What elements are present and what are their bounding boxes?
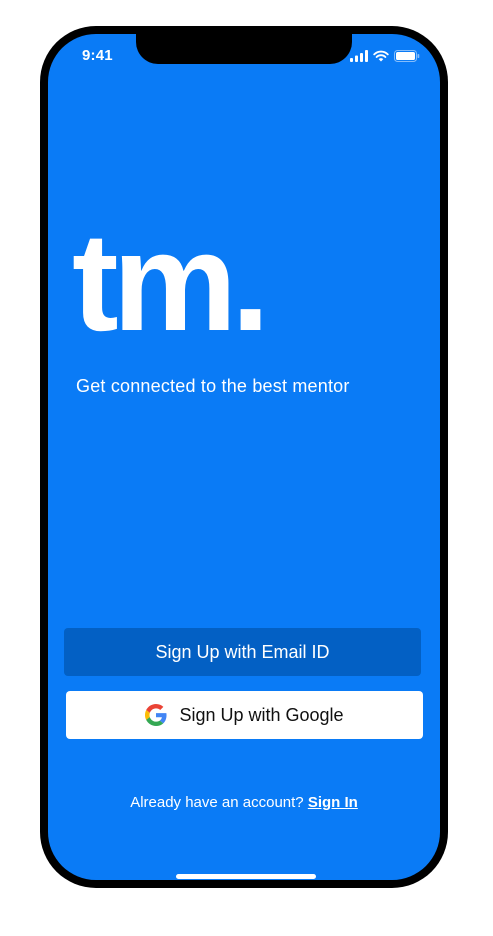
google-signup-button[interactable]: Sign Up with Google [66, 691, 423, 739]
signin-link[interactable]: Sign In [308, 794, 358, 811]
status-time: 9:41 [82, 47, 113, 64]
email-signup-button[interactable]: Sign Up with Email ID [64, 628, 421, 676]
cellular-signal-icon [350, 50, 368, 62]
google-signup-label: Sign Up with Google [179, 704, 344, 725]
email-signup-label: Sign Up with Email ID [155, 641, 330, 662]
app-screen: 9:41 tm. Get connected to the best mento… [48, 34, 440, 880]
device-notch [136, 34, 352, 64]
home-indicator[interactable] [176, 874, 316, 879]
battery-icon [394, 50, 420, 62]
google-logo-icon [145, 704, 167, 726]
signin-prompt: Already have an account? Sign In [48, 794, 440, 811]
signin-prompt-text: Already have an account? [130, 794, 304, 811]
brand-tagline: Get connected to the best mentor [76, 376, 350, 396]
wifi-icon [373, 50, 389, 62]
brand-logo: tm. [72, 203, 270, 360]
status-icons [350, 50, 420, 62]
